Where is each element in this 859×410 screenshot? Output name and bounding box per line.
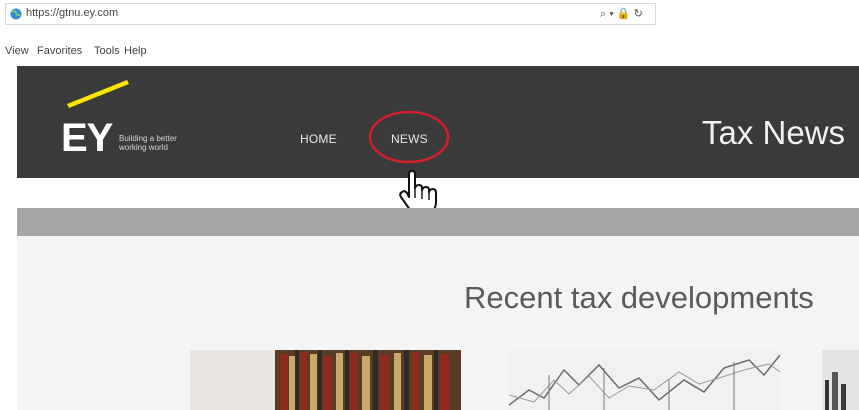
menu-favorites[interactable]: Favorites <box>37 45 82 57</box>
partial-image <box>822 350 859 410</box>
ey-tagline: Building a better working world <box>119 134 177 152</box>
globe-icon <box>10 8 22 20</box>
article-thumbnail-books[interactable] <box>190 350 461 410</box>
ey-beam-icon <box>67 80 129 108</box>
address-bar-tools[interactable]: ⌕ ▾ 🔒 ↻ <box>600 7 643 21</box>
site-title: Tax News <box>702 114 846 151</box>
hero-band <box>17 208 859 236</box>
nav-home[interactable]: HOME <box>300 132 337 146</box>
site-header: EY Building a better working world HOME … <box>17 66 859 178</box>
url-text: https://gtnu.ey.com <box>26 7 119 19</box>
menu-view[interactable]: View <box>5 45 29 57</box>
section-heading: Recent tax developments <box>464 280 814 315</box>
books-image <box>190 350 461 410</box>
url-field[interactable]: https://gtnu.ey.com ⌕ ▾ 🔒 ↻ <box>5 3 656 25</box>
chart-image <box>509 350 780 410</box>
article-thumbnail-chart[interactable] <box>509 350 780 410</box>
browser-address-bar: https://gtnu.ey.com ⌕ ▾ 🔒 ↻ <box>0 0 859 36</box>
browser-menu-bar: View Favorites Tools Help <box>0 42 859 62</box>
ey-logo[interactable]: EY <box>61 118 113 158</box>
nav-news[interactable]: NEWS <box>391 132 428 146</box>
article-thumbnail-partial[interactable] <box>822 350 859 410</box>
menu-help[interactable]: Help <box>124 45 147 57</box>
menu-tools[interactable]: Tools <box>94 45 120 57</box>
